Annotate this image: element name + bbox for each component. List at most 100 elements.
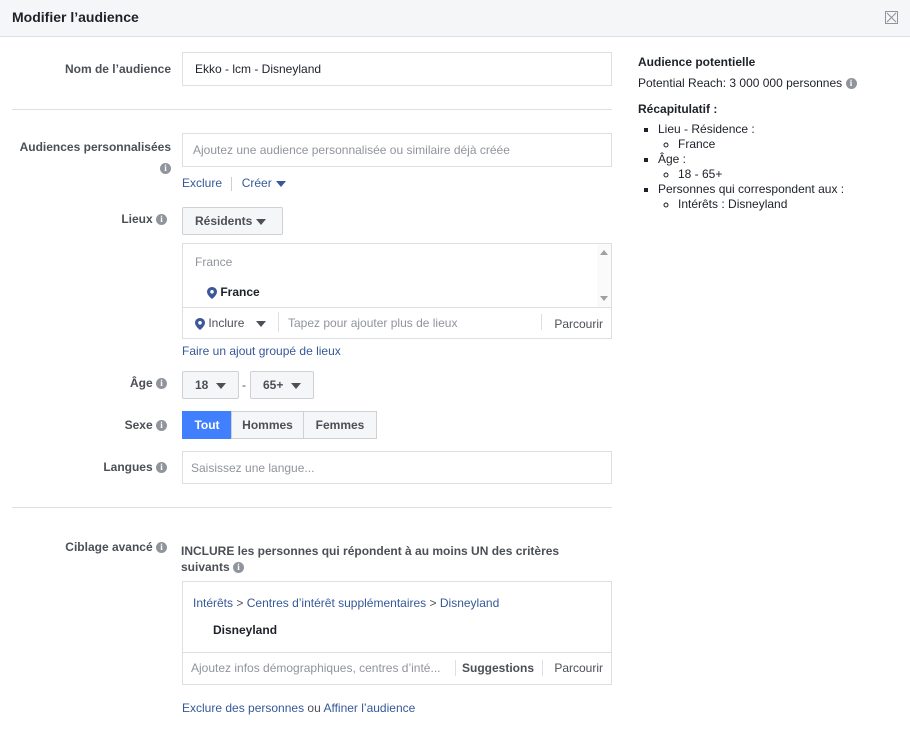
audience-summary: Audience potentielle Potential Reach: 3 … — [638, 55, 898, 212]
custom-audiences-actions: Exclure Créer — [182, 176, 286, 191]
detailed-targeting-box: Intérêts > Centres d’intérêt supplémenta… — [182, 581, 612, 685]
recap-title: Récapitulatif : — [638, 102, 718, 116]
location-pin-icon — [207, 286, 217, 299]
selected-location[interactable]: France — [207, 285, 260, 299]
detailed-targeting-label: Ciblage avancé i — [12, 540, 167, 554]
chevron-down-icon — [291, 382, 302, 389]
close-icon[interactable] — [885, 11, 898, 24]
info-icon[interactable]: i — [160, 163, 171, 175]
gender-option-men[interactable]: Hommes — [231, 411, 304, 439]
scroll-down-icon[interactable] — [600, 296, 608, 301]
age-max-value: 65+ — [263, 378, 284, 392]
browse-locations-button[interactable]: Parcourir — [554, 317, 603, 331]
languages-label: Langues i — [12, 460, 167, 474]
chevron-down-icon — [275, 180, 286, 187]
list-item: Personnes qui correspondent aux : Intérê… — [658, 182, 898, 212]
potential-reach-text: Potential Reach: 3 000 000 personnes — [638, 76, 843, 90]
scrollbar[interactable] — [597, 244, 611, 307]
location-group-title: France — [195, 255, 233, 269]
separator — [542, 660, 543, 676]
list-item: France — [678, 137, 898, 152]
location-search-input[interactable]: Tapez pour ajouter plus de lieux — [288, 316, 457, 330]
bulk-add-locations-link[interactable]: Faire un ajout groupé de lieux — [182, 344, 341, 358]
custom-audiences-input[interactable]: Ajoutez une audience personnalisée ou si… — [182, 133, 612, 167]
location-type-label: Résidents — [195, 214, 253, 228]
info-icon[interactable]: i — [156, 420, 167, 432]
include-dropdown[interactable]: Inclure — [195, 316, 266, 330]
suggestions-button[interactable]: Suggestions — [462, 661, 534, 675]
chevron-down-icon — [256, 218, 267, 225]
breadcrumb-separator: > — [236, 596, 244, 610]
detailed-targeting-description: INCLURE les personnes qui répondent à au… — [181, 543, 571, 575]
create-audience-label: Créer — [241, 176, 272, 190]
info-icon[interactable]: i — [156, 542, 167, 554]
divider — [183, 307, 611, 308]
gender-label: Sexe i — [12, 418, 167, 432]
breadcrumb-additional-interests[interactable]: Centres d’intérêt supplémentaires — [247, 596, 426, 610]
custom-audiences-label-text: Audiences personnalisées — [19, 140, 171, 154]
audience-name-input[interactable]: Ekko - lcm - Disneyland — [182, 52, 612, 86]
locations-label: Lieux i — [12, 212, 167, 226]
audience-name-value: Ekko - lcm - Disneyland — [195, 62, 322, 76]
gender-segmented-control: Tout Hommes Femmes — [182, 411, 377, 439]
audience-name-label: Nom de l’audience — [64, 62, 171, 76]
custom-audiences-label: Audiences personnalisées i — [12, 138, 171, 175]
divider — [12, 109, 612, 110]
narrow-audience-link[interactable]: Affiner l’audience — [323, 701, 415, 715]
exclude-audience-link[interactable]: Exclure — [182, 176, 222, 190]
breadcrumb-disneyland[interactable]: Disneyland — [440, 596, 499, 610]
exclude-people-link[interactable]: Exclure des personnes — [182, 701, 304, 715]
breadcrumb: Intérêts > Centres d’intérêt supplémenta… — [193, 596, 499, 610]
locations-box: France France Inclure Tapez pour ajouter… — [182, 243, 612, 339]
or-text: ou — [307, 701, 321, 715]
languages-input[interactable]: Saisissez une langue... — [182, 451, 612, 484]
separator — [541, 314, 542, 330]
custom-audiences-placeholder: Ajoutez une audience personnalisée ou si… — [193, 143, 510, 157]
languages-label-text: Langues — [103, 460, 153, 474]
scroll-up-icon[interactable] — [600, 250, 608, 255]
list-item: Intérêts : Disneyland — [678, 197, 898, 212]
gender-option-women[interactable]: Femmes — [303, 411, 377, 439]
divider — [183, 652, 611, 653]
location-type-dropdown[interactable]: Résidents — [182, 207, 283, 235]
selected-interest[interactable]: Disneyland — [213, 623, 277, 637]
list-item: Âge : 18 - 65+ — [658, 152, 898, 182]
dialog-header: Modifier l’audience — [0, 0, 910, 37]
summary-title: Audience potentielle — [638, 55, 756, 69]
age-separator: - — [242, 378, 246, 392]
age-max-dropdown[interactable]: 65+ — [250, 371, 314, 399]
age-min-value: 18 — [195, 378, 209, 392]
recap-item-label: Lieu - Résidence : — [658, 122, 755, 136]
list-item: 18 - 65+ — [678, 167, 898, 182]
languages-placeholder: Saisissez une langue... — [191, 460, 315, 475]
info-icon[interactable]: i — [233, 562, 245, 574]
recap-item-label: Âge : — [658, 152, 687, 166]
info-icon[interactable]: i — [156, 378, 167, 390]
separator — [278, 312, 279, 332]
separator — [455, 660, 456, 676]
gender-option-all[interactable]: Tout — [182, 411, 232, 439]
dialog-title: Modifier l’audience — [12, 9, 139, 25]
age-min-dropdown[interactable]: 18 — [182, 371, 239, 399]
breadcrumb-separator: > — [429, 596, 437, 610]
list-item: Lieu - Résidence : France — [658, 122, 898, 152]
selected-location-label: France — [220, 285, 260, 299]
location-pin-icon — [195, 317, 205, 330]
browse-interests-button[interactable]: Parcourir — [554, 661, 603, 675]
info-icon[interactable]: i — [156, 214, 167, 226]
recap-list: Lieu - Résidence : France Âge : 18 - 65+… — [658, 122, 898, 212]
targeting-footer: Exclure des personnes ou Affiner l’audie… — [182, 701, 415, 715]
recap-item-label: Personnes qui correspondent aux : — [658, 182, 845, 196]
chevron-down-icon — [216, 382, 227, 389]
age-label-text: Âge — [129, 376, 153, 390]
include-label: Inclure — [208, 316, 245, 330]
detailed-targeting-label-text: Ciblage avancé — [65, 540, 153, 554]
separator — [231, 176, 233, 191]
potential-reach: Potential Reach: 3 000 000 personnes i — [638, 76, 898, 90]
chevron-down-icon — [255, 320, 266, 327]
detailed-targeting-search-input[interactable]: Ajoutez infos démographiques, centres d’… — [191, 661, 440, 675]
info-icon[interactable]: i — [156, 462, 167, 474]
create-audience-dropdown[interactable]: Créer — [242, 176, 286, 190]
info-icon[interactable]: i — [845, 78, 857, 90]
breadcrumb-interests[interactable]: Intérêts — [193, 596, 233, 610]
